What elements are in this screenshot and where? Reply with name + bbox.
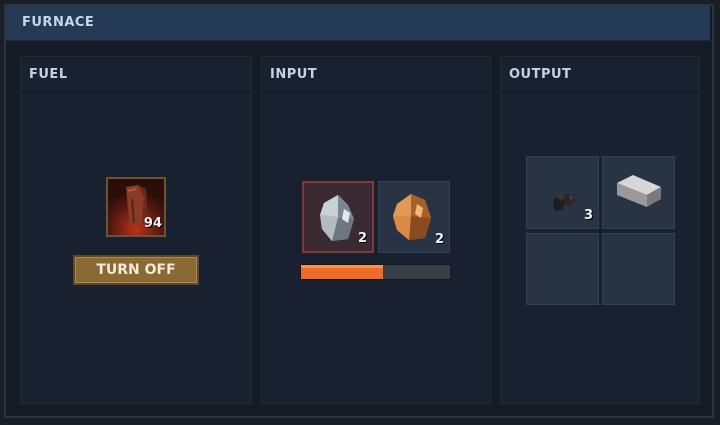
input-panel: INPUT bbox=[261, 56, 491, 404]
fuel-slot[interactable]: 94 bbox=[106, 177, 166, 237]
fuel-header-label: FUEL bbox=[29, 67, 68, 82]
input-slot-2[interactable]: 2 bbox=[378, 181, 450, 253]
output-panel-header: OUTPUT bbox=[501, 57, 699, 92]
turn-off-button[interactable]: TURN OFF bbox=[73, 255, 199, 285]
input-slot-2-count: 2 bbox=[434, 232, 444, 247]
output-slot-2[interactable] bbox=[602, 156, 675, 229]
input-slot-1[interactable]: 2 bbox=[302, 181, 374, 253]
fuel-panel-header: FUEL bbox=[21, 57, 251, 92]
output-slot-4[interactable] bbox=[602, 233, 675, 305]
metal-bar-icon bbox=[617, 175, 661, 207]
smelting-progress-fill bbox=[301, 265, 383, 279]
window-title: FURNACE bbox=[22, 15, 95, 30]
output-header-label: OUTPUT bbox=[509, 67, 572, 82]
input-panel-header: INPUT bbox=[262, 57, 490, 92]
output-panel: OUTPUT bbox=[500, 56, 700, 404]
smelting-progress-bar bbox=[300, 264, 451, 280]
input-header-label: INPUT bbox=[270, 67, 318, 82]
output-slot-3[interactable] bbox=[526, 233, 599, 305]
window-titlebar: FURNACE bbox=[6, 6, 710, 41]
output-slot-1[interactable]: 3 bbox=[526, 156, 599, 229]
output-slot-1-count: 3 bbox=[583, 208, 593, 223]
fuel-count: 94 bbox=[143, 216, 162, 231]
input-slot-1-count: 2 bbox=[357, 231, 367, 246]
